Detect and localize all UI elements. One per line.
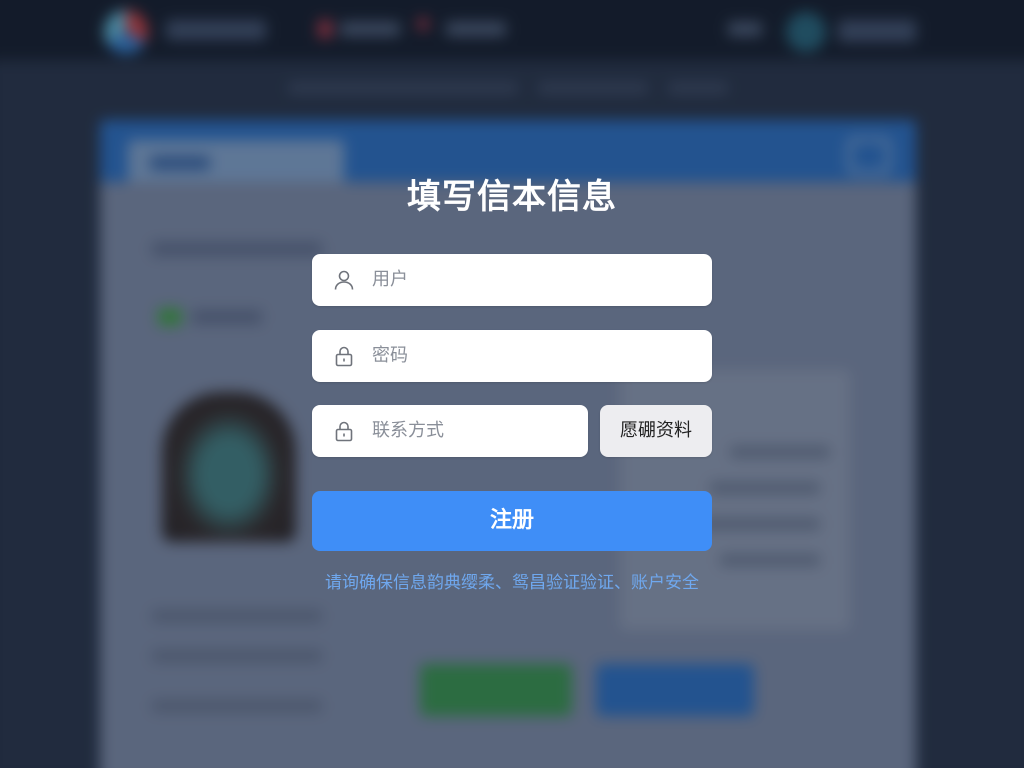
password-placeholder: 密码 (372, 345, 408, 366)
username-placeholder: 用户 (372, 269, 408, 290)
form-title: 填写信本信息 (407, 177, 617, 217)
modal-overlay (0, 0, 1024, 768)
contact-input[interactable]: 联系方式 (312, 405, 588, 457)
password-input[interactable]: 密码 (312, 330, 712, 382)
lock-icon (332, 344, 356, 368)
lock-icon (332, 419, 356, 443)
hint-text: 请询确保信息韵典缨柔、鸳昌验证验证、账户安全 (325, 573, 699, 593)
contact-placeholder: 联系方式 (372, 420, 444, 441)
user-icon (332, 268, 356, 292)
profile-button[interactable]: 愿硼资料 (600, 405, 712, 457)
username-input[interactable]: 用户 (312, 254, 712, 306)
register-button[interactable]: 注册 (312, 491, 712, 551)
registration-form: 填写信本信息 用户 密码 联系方式 愿硼资料 注册 请询确保信息韵典缨柔、鸳昌验… (312, 170, 712, 593)
